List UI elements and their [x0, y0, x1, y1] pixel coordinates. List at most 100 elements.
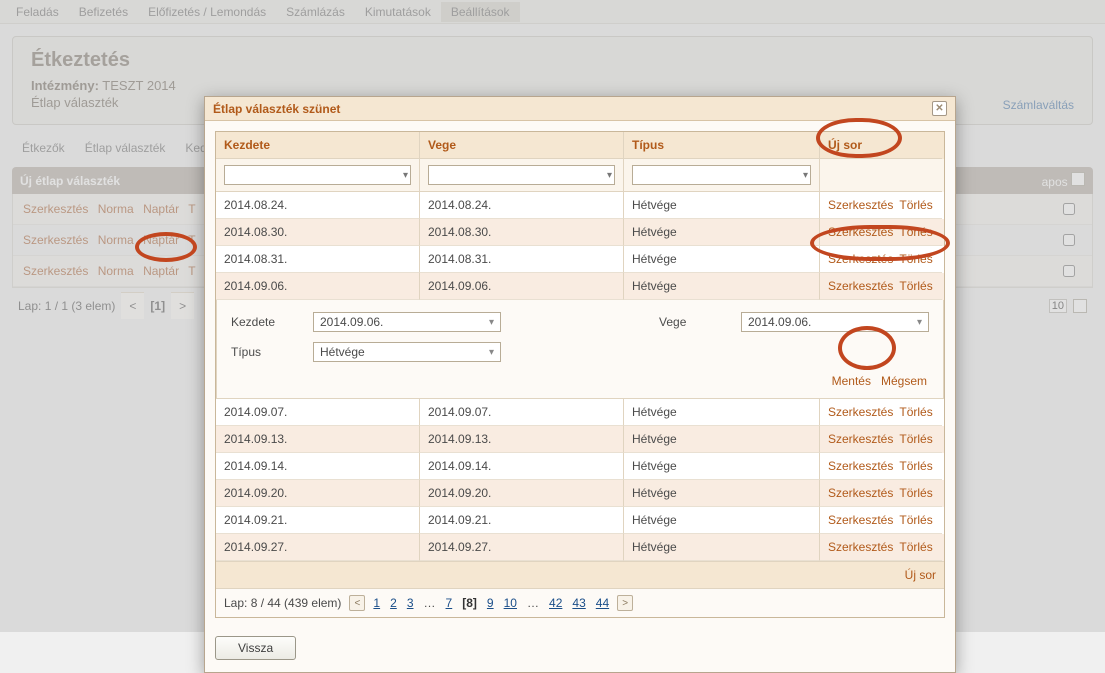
cell-tipus: Hétvége: [624, 219, 820, 246]
editor-vege-field[interactable]: 2014.09.06.▾: [741, 312, 929, 332]
break-grid: Kezdete Vege Típus Új sor ▾ ▾ ▾ 2014.08.…: [215, 131, 945, 618]
editor-vege-label: Vege: [659, 315, 723, 329]
cell-tipus: Hétvége: [624, 480, 820, 507]
col-header-kezdete[interactable]: Kezdete: [216, 132, 420, 159]
chevron-down-icon: ▾: [607, 170, 612, 181]
pager-page-link[interactable]: 7: [446, 596, 453, 610]
chevron-down-icon: ▾: [489, 317, 494, 328]
cell-vege: 2014.09.07.: [420, 399, 624, 426]
cell-tipus: Hétvége: [624, 534, 820, 561]
chevron-down-icon: ▾: [489, 347, 494, 358]
new-row-link[interactable]: Új sor: [905, 568, 936, 582]
delete-link[interactable]: Törlés: [899, 279, 932, 293]
filter-tipus-select[interactable]: ▾: [632, 165, 811, 185]
table-row: 2014.08.31. 2014.08.31. Hétvége Szerkesz…: [216, 246, 944, 273]
cell-vege: 2014.08.31.: [420, 246, 624, 273]
col-header-ujsor[interactable]: Új sor: [820, 132, 942, 159]
delete-link[interactable]: Törlés: [899, 432, 932, 446]
edit-link[interactable]: Szerkesztés: [828, 540, 893, 554]
cell-kezdete: 2014.09.21.: [216, 507, 420, 534]
cell-tipus: Hétvége: [624, 453, 820, 480]
editor-tipus-label: Típus: [231, 345, 295, 359]
cell-kezdete: 2014.09.14.: [216, 453, 420, 480]
cell-kezdete: 2014.08.31.: [216, 246, 420, 273]
table-row: 2014.09.07. 2014.09.07. Hétvége Szerkesz…: [216, 399, 944, 426]
pager-page-link[interactable]: 10: [504, 596, 517, 610]
pager-page-link[interactable]: 9: [487, 596, 494, 610]
edit-link[interactable]: Szerkesztés: [828, 486, 893, 500]
grid-footer-newrow: Új sor: [216, 561, 944, 588]
pager-current: [8]: [462, 596, 477, 610]
cell-tipus: Hétvége: [624, 192, 820, 219]
chevron-down-icon: ▾: [403, 170, 408, 181]
delete-link[interactable]: Törlés: [899, 513, 932, 527]
delete-link[interactable]: Törlés: [899, 405, 932, 419]
edit-link[interactable]: Szerkesztés: [828, 225, 893, 239]
col-header-vege[interactable]: Vege: [420, 132, 624, 159]
edit-link[interactable]: Szerkesztés: [828, 432, 893, 446]
chevron-down-icon: ▾: [917, 317, 922, 328]
cell-tipus: Hétvége: [624, 507, 820, 534]
cell-vege: 2014.09.06.: [420, 273, 624, 300]
cell-kezdete: 2014.08.24.: [216, 192, 420, 219]
pager-page-link[interactable]: 43: [572, 596, 585, 610]
cell-vege: 2014.09.21.: [420, 507, 624, 534]
edit-link[interactable]: Szerkesztés: [828, 405, 893, 419]
cell-vege: 2014.09.13.: [420, 426, 624, 453]
back-button[interactable]: Vissza: [215, 636, 296, 660]
cell-kezdete: 2014.09.06.: [216, 273, 420, 300]
pager-page-link[interactable]: 3: [407, 596, 414, 610]
cell-tipus: Hétvége: [624, 426, 820, 453]
table-row: 2014.09.13. 2014.09.13. Hétvége Szerkesz…: [216, 426, 944, 453]
cell-tipus: Hétvége: [624, 399, 820, 426]
cell-kezdete: 2014.08.30.: [216, 219, 420, 246]
filter-kezdete-select[interactable]: ▾: [224, 165, 411, 185]
delete-link[interactable]: Törlés: [899, 198, 932, 212]
delete-link[interactable]: Törlés: [899, 459, 932, 473]
cell-kezdete: 2014.09.07.: [216, 399, 420, 426]
save-button[interactable]: Mentés: [830, 372, 873, 390]
delete-link[interactable]: Törlés: [899, 252, 932, 266]
edit-link[interactable]: Szerkesztés: [828, 279, 893, 293]
grid-filter-row: ▾ ▾ ▾: [216, 159, 944, 192]
pager-page-link[interactable]: 42: [549, 596, 562, 610]
pager-prev-button[interactable]: <: [349, 595, 365, 611]
close-icon[interactable]: ✕: [932, 101, 947, 116]
cell-vege: 2014.09.20.: [420, 480, 624, 507]
pager-ellipsis: …: [424, 596, 436, 610]
grid-pager: Lap: 8 / 44 (439 elem) < 1 2 3 … 7 [8] 9…: [216, 588, 944, 617]
inline-editor: Kezdete 2014.09.06.▾ Vege 2014.09.06.▾ T…: [216, 300, 944, 399]
pager-page-link[interactable]: 1: [373, 596, 380, 610]
dialog-etlap-szunet: Étlap választék szünet ✕ Kezdete Vege Tí…: [204, 96, 956, 673]
table-row: 2014.08.30. 2014.08.30. Hétvége Szerkesz…: [216, 219, 944, 246]
table-row: 2014.09.06. 2014.09.06. Hétvége Szerkesz…: [216, 273, 944, 300]
pager-page-link[interactable]: 44: [596, 596, 609, 610]
delete-link[interactable]: Törlés: [899, 225, 932, 239]
pager-page-link[interactable]: 2: [390, 596, 397, 610]
pager-ellipsis: …: [527, 596, 539, 610]
cell-vege: 2014.09.14.: [420, 453, 624, 480]
edit-link[interactable]: Szerkesztés: [828, 459, 893, 473]
table-row: 2014.09.20. 2014.09.20. Hétvége Szerkesz…: [216, 480, 944, 507]
cancel-button[interactable]: Mégsem: [879, 372, 929, 390]
chevron-down-icon: ▾: [803, 170, 808, 181]
delete-link[interactable]: Törlés: [899, 540, 932, 554]
pager-label: Lap: 8 / 44 (439 elem): [224, 596, 341, 610]
cell-kezdete: 2014.09.27.: [216, 534, 420, 561]
edit-link[interactable]: Szerkesztés: [828, 198, 893, 212]
dialog-title-bar: Étlap választék szünet ✕: [205, 97, 955, 121]
editor-kezdete-label: Kezdete: [231, 315, 295, 329]
cell-tipus: Hétvége: [624, 246, 820, 273]
delete-link[interactable]: Törlés: [899, 486, 932, 500]
edit-link[interactable]: Szerkesztés: [828, 252, 893, 266]
table-row: 2014.09.21. 2014.09.21. Hétvége Szerkesz…: [216, 507, 944, 534]
cell-kezdete: 2014.09.13.: [216, 426, 420, 453]
col-header-tipus[interactable]: Típus: [624, 132, 820, 159]
editor-kezdete-field[interactable]: 2014.09.06.▾: [313, 312, 501, 332]
pager-next-button[interactable]: >: [617, 595, 633, 611]
edit-link[interactable]: Szerkesztés: [828, 513, 893, 527]
cell-vege: 2014.09.27.: [420, 534, 624, 561]
dialog-title: Étlap választék szünet: [213, 102, 340, 116]
filter-vege-select[interactable]: ▾: [428, 165, 615, 185]
editor-tipus-field[interactable]: Hétvége▾: [313, 342, 501, 362]
